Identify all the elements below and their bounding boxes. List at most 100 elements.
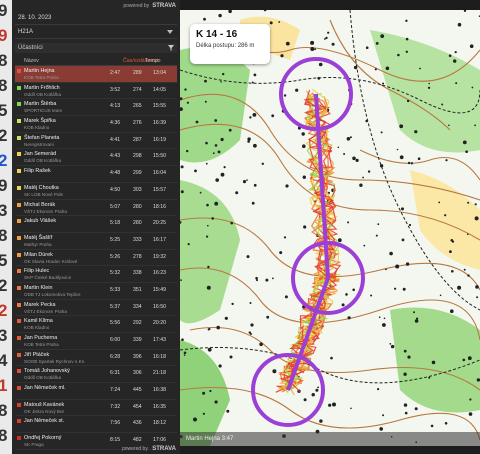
leg-length: Délka postupu: 286 m bbox=[196, 43, 255, 49]
runner-distance: 289 bbox=[133, 70, 142, 76]
runner-name: Jan Němeček ml. bbox=[24, 385, 66, 392]
runner-color-swatch[interactable] bbox=[17, 185, 21, 190]
gutter-digit: 2 bbox=[0, 151, 8, 170]
runner-pace: 17:43 bbox=[153, 337, 166, 343]
runner-time: 8:15 bbox=[110, 437, 121, 444]
runner-time: 3:52 bbox=[110, 86, 121, 93]
result-row[interactable]: Martin Klein ODB TJ Lokomotiva Teplice 5:3… bbox=[15, 283, 177, 300]
map-canvas[interactable] bbox=[180, 10, 480, 446]
runner-color-swatch[interactable] bbox=[17, 135, 21, 140]
runner-color-swatch[interactable] bbox=[17, 152, 21, 157]
result-row[interactable]: Matouš Kavánek OK Jiskra Nový Bor 7:32 454 1… bbox=[15, 400, 177, 417]
runner-color-swatch[interactable] bbox=[17, 169, 21, 174]
gutter-digit: 8 bbox=[0, 51, 8, 70]
runner-distance: 334 bbox=[133, 303, 142, 310]
runner-club: Oddíl OB Kotlářka bbox=[24, 91, 62, 97]
runner-pace: 18:16 bbox=[153, 203, 166, 210]
runner-color-swatch[interactable] bbox=[17, 352, 21, 357]
runner-color-swatch[interactable] bbox=[17, 252, 21, 257]
runner-color-swatch[interactable] bbox=[17, 235, 21, 240]
col-distance-header[interactable]: Čas/vzdálenost bbox=[123, 58, 158, 64]
runner-club: Mathyr Praha bbox=[24, 241, 52, 247]
result-row[interactable]: Jan Pucherna KOB Tetra Praha 6:00 339 17:43 bbox=[15, 333, 177, 350]
runner-distance: 482 bbox=[133, 437, 142, 444]
result-row[interactable]: Jan Němeček ml. 7:24 445 16:38 bbox=[15, 383, 177, 400]
result-row[interactable]: Michal Borák VŠTJ Ekonom Praha 5:07 280 18:1… bbox=[15, 200, 177, 217]
result-row[interactable]: Martin Frőhlich Oddíl OB Kotlářka 3:52 274 1… bbox=[15, 83, 177, 100]
result-row[interactable]: Matěj Choutka SK LOB Nové Pole 4:50 303 15:5… bbox=[15, 183, 177, 200]
runner-color-swatch[interactable] bbox=[17, 302, 21, 307]
result-row[interactable]: Marek Špiřka KOB Kladno 4:36 276 16:39 bbox=[15, 116, 177, 133]
runner-distance: 280 bbox=[133, 220, 142, 227]
brand-logo: STRAVA bbox=[152, 2, 176, 9]
result-row[interactable]: Marek Pecka VŠTJ Ekonom Praha 5:37 334 16:50 bbox=[15, 300, 177, 317]
runner-color-swatch[interactable] bbox=[17, 436, 21, 441]
class-select[interactable]: H21A bbox=[15, 25, 177, 39]
col-name-header[interactable]: Název bbox=[15, 58, 101, 64]
result-row[interactable]: Filip Rašek 4:48 299 16:04 bbox=[15, 166, 177, 183]
runner-name: Jiří Ptáček bbox=[24, 351, 50, 358]
runner-distance: 276 bbox=[133, 120, 142, 127]
runner-color-swatch[interactable] bbox=[17, 119, 21, 124]
runner-color-swatch[interactable] bbox=[17, 319, 21, 324]
result-row[interactable]: Štefan Planeta Neregistrovaní 4:41 287 16:19 bbox=[15, 133, 177, 150]
runner-color-swatch[interactable] bbox=[17, 102, 21, 107]
runner-time: 6:31 bbox=[110, 370, 121, 377]
runner-time: 4:50 bbox=[110, 186, 121, 193]
runner-color-swatch[interactable] bbox=[17, 219, 21, 224]
date-field[interactable]: 28. 10. 2023 bbox=[15, 11, 177, 25]
runner-pace: 18:12 bbox=[153, 420, 166, 427]
runner-pace: 15:49 bbox=[153, 286, 166, 293]
result-row[interactable]: Martin Hejna KOB Tetra Praha 2:47 289 13:04 bbox=[15, 66, 177, 83]
runner-color-swatch[interactable] bbox=[17, 386, 21, 391]
runner-time: 2:47 bbox=[110, 70, 121, 76]
runner-distance: 338 bbox=[133, 270, 142, 277]
result-row[interactable]: Jakub Vlášek 5:18 280 20:25 bbox=[15, 216, 177, 233]
runner-name: Tomáš Johanovský bbox=[24, 368, 70, 375]
runner-club: SPORTICUS team bbox=[24, 108, 63, 114]
runner-name: Filip Rašek bbox=[24, 168, 51, 175]
result-row[interactable]: Filip Hulec SKP České Budějovice 5:32 338 16… bbox=[15, 266, 177, 283]
runner-pace: 16:35 bbox=[153, 403, 166, 410]
gutter-digit: 9 bbox=[0, 26, 8, 45]
class-select-value: H21A bbox=[18, 28, 34, 35]
runner-color-swatch[interactable] bbox=[17, 369, 21, 374]
orienteering-map[interactable]: K 14 - 16 Délka postupu: 286 m Martin He… bbox=[180, 10, 480, 446]
runner-color-swatch[interactable] bbox=[17, 69, 21, 73]
runner-pace: 17:06 bbox=[153, 437, 166, 444]
date-value: 28. 10. 2023 bbox=[18, 14, 52, 21]
runner-distance: 280 bbox=[133, 203, 142, 210]
runner-color-swatch[interactable] bbox=[17, 85, 21, 90]
runner-name: Filip Hulec bbox=[24, 268, 50, 275]
runner-name: Jakub Vlášek bbox=[24, 218, 57, 225]
result-row[interactable]: Jiří Ptáček SOOB Spartak Rychnov n.Kn. 6:2… bbox=[15, 350, 177, 367]
gutter-digit: 9 bbox=[0, 1, 8, 20]
runner-distance: 292 bbox=[133, 320, 142, 327]
runner-pace: 16:17 bbox=[153, 236, 166, 243]
runner-color-swatch[interactable] bbox=[17, 336, 21, 340]
runner-club: SKP České Budějovice bbox=[24, 275, 72, 281]
runner-color-swatch[interactable] bbox=[17, 269, 21, 274]
runner-time: 5:56 bbox=[110, 320, 121, 327]
runner-color-swatch[interactable] bbox=[17, 402, 21, 407]
runner-color-swatch[interactable] bbox=[17, 285, 21, 290]
runner-time: 7:56 bbox=[110, 420, 121, 427]
result-row[interactable]: Jan Němeček st. 7:56 436 18:12 bbox=[15, 416, 177, 434]
filter-icon[interactable] bbox=[168, 45, 174, 51]
runner-name: Ondřej Pokorný bbox=[24, 435, 62, 442]
runner-distance: 396 bbox=[133, 353, 142, 360]
result-row[interactable]: Martin Štěrba SPORTICUS team 4:13 265 15:55 bbox=[15, 99, 177, 117]
runner-time: 5:37 bbox=[110, 303, 121, 310]
gutter-digit: 2 bbox=[0, 276, 8, 295]
runner-color-swatch[interactable] bbox=[17, 419, 21, 424]
result-row[interactable]: Matěj Šašlíř Mathyr Praha 5:25 333 16:17 bbox=[15, 233, 177, 250]
runner-pace: 13:04 bbox=[153, 70, 166, 76]
result-row[interactable]: Jan Semerád Oddíl OB Kotlářka 4:43 298 15:50 bbox=[15, 149, 177, 167]
result-row[interactable]: Kamil Klíma KOB Kladno 5:56 292 20:20 bbox=[15, 316, 177, 333]
result-row[interactable]: Tomáš Johanovský Oddíl OB Kotlářka 6:31 306… bbox=[15, 366, 177, 384]
runner-color-swatch[interactable] bbox=[17, 202, 21, 207]
runner-pace: 20:20 bbox=[153, 320, 166, 327]
runner-name: Štefan Planeta bbox=[24, 134, 60, 141]
col-pace-header[interactable]: Tempo bbox=[145, 58, 169, 64]
result-row[interactable]: Milan Dúrek OK Slavia Hradec Králové 5:26 2… bbox=[15, 250, 177, 267]
